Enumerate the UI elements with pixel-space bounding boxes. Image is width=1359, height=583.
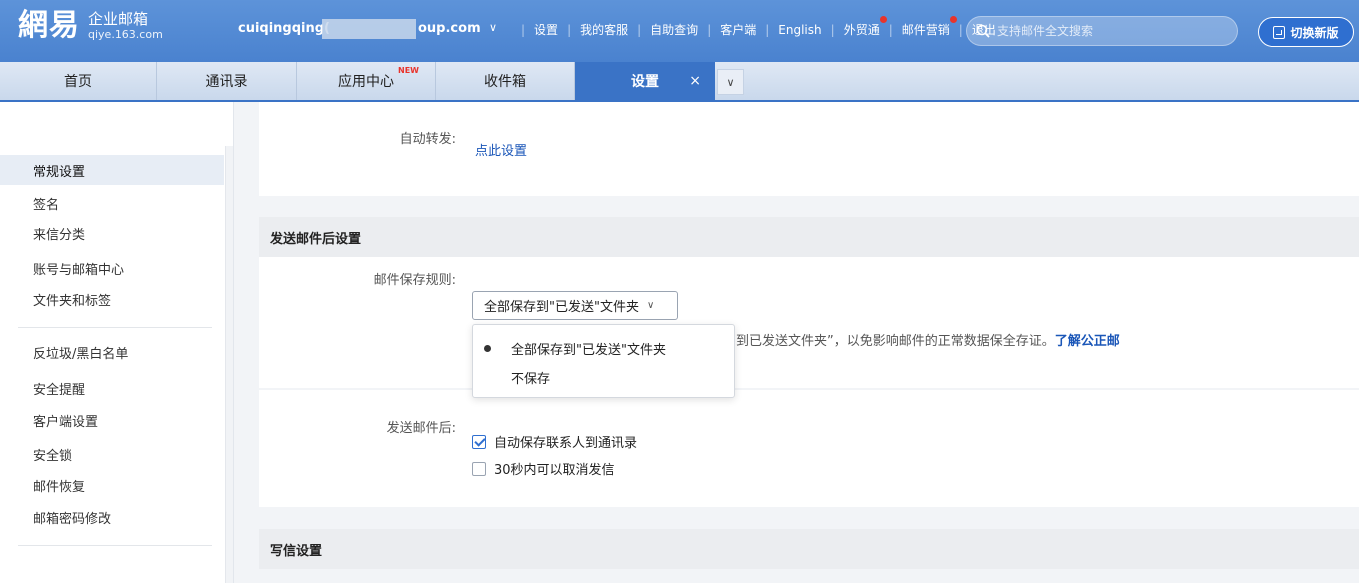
sidebar-divider bbox=[18, 545, 212, 546]
top-header: 網易 企业邮箱 qiye.163.com cuiqingqing( oup.co… bbox=[0, 0, 1359, 62]
forward-settings-link[interactable]: 点此设置 bbox=[475, 140, 527, 159]
tab-inbox[interactable]: 收件箱 bbox=[436, 62, 575, 100]
selected-dot-icon bbox=[484, 344, 491, 352]
option-label: 不保存 bbox=[511, 371, 551, 387]
separator: | bbox=[830, 22, 835, 37]
link-self-service[interactable]: 自助查询 bbox=[650, 21, 698, 38]
new-badge: NEW bbox=[398, 66, 419, 75]
switch-icon bbox=[1273, 25, 1286, 39]
sidebar-item-mail-recovery[interactable]: 邮件恢复 bbox=[0, 470, 224, 500]
search-icon[interactable] bbox=[976, 24, 990, 38]
sidebar-item-security-alert[interactable]: 安全提醒 bbox=[0, 373, 224, 403]
tab-home[interactable]: 首页 bbox=[0, 62, 157, 100]
tab-settings[interactable]: 设置 × bbox=[575, 62, 715, 100]
section-header-compose: 写信设置 bbox=[259, 529, 1359, 569]
settings-sidebar: 常规设置 签名 来信分类 账号与邮箱中心 文件夹和标签 反垃圾/黑白名单 安全提… bbox=[0, 102, 234, 583]
switch-version-button[interactable]: 切换新版 bbox=[1258, 17, 1354, 47]
account-domain[interactable]: oup.com bbox=[418, 21, 481, 36]
account-name[interactable]: cuiqingqing( bbox=[238, 21, 330, 36]
chevron-down-icon: ∨ bbox=[646, 300, 655, 311]
link-settings[interactable]: 设置 bbox=[534, 21, 558, 38]
checkbox-unchecked-icon bbox=[472, 461, 486, 476]
checkbox-undo-send[interactable]: 30秒内可以取消发信 bbox=[472, 459, 615, 478]
tab-app-center[interactable]: 应用中心 NEW bbox=[297, 62, 436, 100]
notary-mail-link[interactable]: 了解公正邮 bbox=[1055, 334, 1120, 349]
option-label: 全部保存到"已发送"文件夹 bbox=[511, 342, 666, 358]
after-send-label: 发送邮件后: bbox=[386, 421, 456, 436]
tab-label: 首页 bbox=[64, 74, 92, 90]
sidebar-item-signature[interactable]: 签名 bbox=[0, 188, 224, 218]
notification-dot bbox=[949, 16, 957, 23]
sidebar-item-general[interactable]: 常规设置 bbox=[0, 155, 224, 185]
checkbox-save-contacts-label: 自动保存联系人到通讯录 bbox=[494, 436, 638, 451]
link-customer-service[interactable]: 我的客服 bbox=[580, 21, 628, 38]
sidebar-item-mail-rules[interactable]: 来信分类 bbox=[0, 218, 224, 248]
notification-dot bbox=[879, 16, 887, 23]
tab-label: 应用中心 bbox=[338, 74, 394, 90]
search-input[interactable] bbox=[997, 17, 1227, 45]
save-rule-hint: 到已发送文件夹”，以免影响邮件的正常数据保全存证。了解公正邮 bbox=[736, 330, 1120, 349]
tab-label: 收件箱 bbox=[484, 74, 526, 90]
forward-label: 自动转发: bbox=[399, 132, 456, 147]
search-box bbox=[966, 16, 1238, 46]
chevron-down-icon[interactable]: ∨ bbox=[489, 21, 497, 34]
separator: | bbox=[521, 22, 526, 37]
separator: | bbox=[567, 22, 572, 37]
save-rule-label: 邮件保存规则: bbox=[373, 273, 456, 288]
sidebar-divider bbox=[18, 327, 212, 328]
separator: | bbox=[637, 22, 642, 37]
section-header-after-send: 发送邮件后设置 bbox=[259, 217, 1359, 257]
separator: | bbox=[888, 22, 893, 37]
checkbox-checked-icon bbox=[472, 434, 486, 449]
logo-name: 企业邮箱 bbox=[88, 10, 149, 28]
tab-bar: 首页 通讯录 应用中心 NEW 收件箱 设置 × ∨ bbox=[0, 62, 1359, 102]
sidebar-item-folders-tags[interactable]: 文件夹和标签 bbox=[0, 284, 224, 314]
save-rule-value: 全部保存到"已发送"文件夹 bbox=[484, 300, 639, 315]
switch-version-label: 切换新版 bbox=[1290, 25, 1339, 40]
save-rule-select[interactable]: 全部保存到"已发送"文件夹 ∨ bbox=[472, 291, 678, 320]
close-icon[interactable]: × bbox=[689, 73, 701, 89]
separator: | bbox=[958, 22, 963, 37]
link-email-marketing-label: 邮件营销 bbox=[901, 23, 950, 37]
top-links: | 设置 | 我的客服 | 自助查询 | 客户端 | English | 外贸通… bbox=[512, 16, 996, 38]
logo-text: 企业邮箱 qiye.163.com bbox=[88, 10, 163, 42]
link-english[interactable]: English bbox=[778, 23, 821, 37]
tab-more-button[interactable]: ∨ bbox=[717, 69, 744, 95]
account-redaction bbox=[322, 19, 416, 39]
link-client[interactable]: 客户端 bbox=[720, 21, 756, 38]
sidebar-item-antispam[interactable]: 反垃圾/黑白名单 bbox=[0, 337, 224, 367]
separator: | bbox=[707, 22, 712, 37]
link-foreign-trade-label: 外贸通 bbox=[843, 23, 880, 37]
logo-glyph: 網易 bbox=[18, 8, 80, 43]
checkbox-save-contacts[interactable]: 自动保存联系人到通讯录 bbox=[472, 432, 637, 451]
sidebar-scrollbar[interactable] bbox=[225, 146, 233, 583]
link-email-marketing[interactable]: 邮件营销 bbox=[901, 16, 957, 38]
tab-contacts[interactable]: 通讯录 bbox=[157, 62, 297, 100]
checkbox-undo-send-label: 30秒内可以取消发信 bbox=[494, 463, 615, 478]
after-send-panel bbox=[259, 390, 1359, 507]
save-rule-dropdown: 全部保存到"已发送"文件夹 不保存 bbox=[472, 324, 735, 398]
separator: | bbox=[765, 22, 770, 37]
sidebar-item-client-settings[interactable]: 客户端设置 bbox=[0, 405, 224, 435]
forward-panel bbox=[259, 102, 1359, 196]
link-foreign-trade[interactable]: 外贸通 bbox=[843, 16, 887, 38]
logo[interactable]: 網易 企业邮箱 qiye.163.com bbox=[18, 10, 163, 42]
sidebar-item-accounts[interactable]: 账号与邮箱中心 bbox=[0, 253, 224, 283]
tab-label: 设置 bbox=[631, 74, 659, 90]
dropdown-option-no-save[interactable]: 不保存 bbox=[473, 363, 734, 391]
logo-domain: qiye.163.com bbox=[88, 28, 163, 41]
save-rule-hint-text: 到已发送文件夹”，以免影响邮件的正常数据保全存证。 bbox=[736, 334, 1055, 349]
sidebar-item-password[interactable]: 邮箱密码修改 bbox=[0, 502, 224, 532]
sidebar-item-security-lock[interactable]: 安全锁 bbox=[0, 439, 224, 469]
dropdown-option-save-all[interactable]: 全部保存到"已发送"文件夹 bbox=[473, 334, 734, 362]
tab-label: 通讯录 bbox=[205, 74, 248, 90]
